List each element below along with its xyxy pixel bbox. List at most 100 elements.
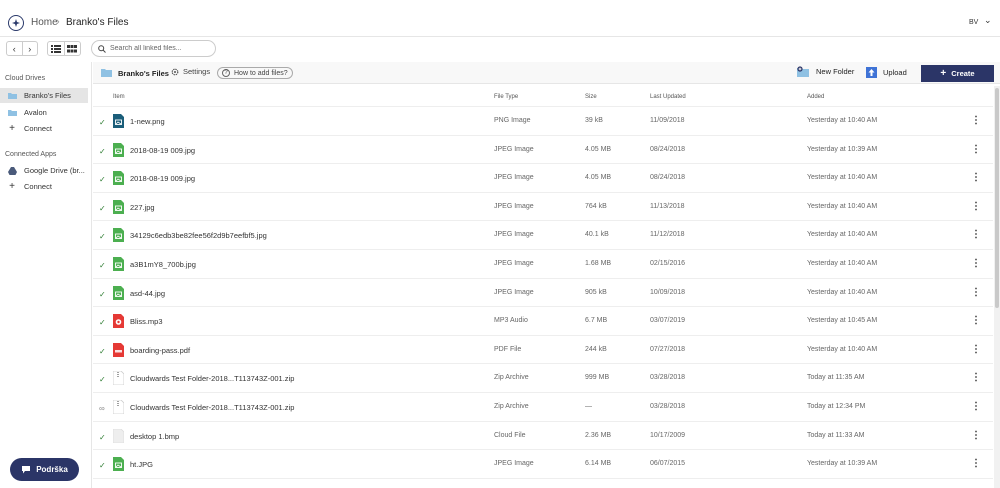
forward-arrow-icon[interactable]: › — [21, 42, 38, 55]
file-type: JPEG Image — [494, 260, 534, 267]
support-label: Podrška — [36, 465, 68, 474]
user-avatar[interactable]: BV — [969, 19, 978, 26]
file-name[interactable]: 34129c6edb3be82fee56f2d9b7eefbf5.jpg — [130, 231, 267, 240]
checkmark-icon: ✓ — [99, 175, 106, 185]
file-type: Zip Archive — [494, 403, 529, 410]
search-input[interactable] — [110, 45, 210, 52]
file-last-updated: 02/15/2016 — [650, 260, 686, 267]
file-name[interactable]: desktop 1.bmp — [130, 432, 179, 441]
sidebar-connect-app[interactable]: + Connect — [0, 179, 88, 194]
file-name[interactable]: boarding-pass.pdf — [130, 346, 190, 355]
breadcrumb-home[interactable]: Home — [31, 17, 58, 28]
table-row[interactable]: ✓ asd-44.jpg JPEG Image 905 kB 10/09/2018 Yes… — [93, 279, 993, 308]
file-name[interactable]: 2018-08-19 009.jpg — [130, 174, 195, 183]
file-size: 40.1 kB — [585, 231, 609, 239]
file-added: Yesterday at 10:40 AM — [807, 260, 878, 267]
table-row[interactable]: ✓ 227.jpg JPEG Image 764 kB 11/13/2018 Yester… — [93, 193, 993, 222]
file-type: PNG Image — [494, 117, 531, 124]
new-folder-button[interactable]: New Folder — [797, 66, 854, 77]
app-logo-icon[interactable] — [8, 15, 24, 31]
table-row[interactable]: ✓ 2018-08-19 009.jpg JPEG Image 4.05 MB 08/2… — [93, 136, 993, 165]
table-row[interactable]: ✓ desktop 1.bmp Cloud File 2.36 MB 10/17/200… — [93, 422, 993, 451]
table-row[interactable]: ✓ Bliss.mp3 MP3 Audio 6.7 MB 03/07/2019 Yeste… — [93, 307, 993, 336]
file-size: 4.05 MB — [585, 174, 612, 182]
more-options-icon[interactable]: ⋮ — [971, 401, 981, 412]
more-options-icon[interactable]: ⋮ — [971, 372, 981, 383]
create-button[interactable]: + Create — [921, 65, 994, 82]
table-row[interactable]: ✓ 34129c6edb3be82fee56f2d9b7eefbf5.jpg JPE… — [93, 221, 993, 250]
checkmark-icon: ✓ — [99, 289, 106, 299]
support-button[interactable]: Podrška — [10, 458, 79, 481]
file-last-updated: 07/27/2018 — [650, 345, 686, 353]
file-added: Yesterday at 10:40 AM — [807, 117, 878, 124]
column-header-added[interactable]: Added — [807, 94, 824, 100]
file-name[interactable]: Bliss.mp3 — [130, 317, 163, 326]
image-icon — [113, 285, 124, 302]
more-options-icon[interactable]: ⋮ — [971, 315, 981, 326]
file-added: Today at 11:33 AM — [807, 431, 865, 439]
column-header-file-type[interactable]: File Type — [494, 94, 518, 100]
file-name[interactable]: 2018-08-19 009.jpg — [130, 146, 195, 155]
table-row[interactable]: ✓ ht.JPG JPEG Image 6.14 MB 06/07/2015 Yester… — [93, 450, 993, 479]
list-view-icon[interactable] — [48, 42, 64, 55]
table-row[interactable]: ✓ boarding-pass.pdf PDF File 244 kB 07/27/20… — [93, 336, 993, 365]
table-row[interactable]: ✓ a3B1mY8_700b.jpg JPEG Image 1.68 MB 02/15/… — [93, 250, 993, 279]
settings-link[interactable]: Settings — [171, 67, 210, 76]
table-row[interactable]: ∞ Cloudwards Test Folder-2018...T113743Z-… — [93, 393, 993, 422]
image-icon — [113, 199, 124, 216]
file-last-updated: 11/13/2018 — [650, 202, 685, 210]
file-added: Today at 11:35 AM — [807, 374, 865, 382]
sidebar-item-google-drive[interactable]: Google Drive (br... — [0, 163, 88, 178]
checkmark-icon: ✓ — [99, 232, 106, 242]
more-options-icon[interactable]: ⋮ — [971, 344, 981, 355]
more-options-icon[interactable]: ⋮ — [971, 287, 981, 298]
help-button[interactable]: ? How to add files? — [217, 67, 293, 79]
sidebar-item-brankos-files[interactable]: Branko's Files — [0, 88, 88, 103]
more-options-icon[interactable]: ⋮ — [971, 458, 981, 469]
file-size: 764 kB — [585, 202, 607, 210]
content-header: Branko's Files Settings ? How to add fil… — [93, 62, 1000, 84]
more-options-icon[interactable]: ⋮ — [971, 258, 981, 269]
table-row[interactable]: ✓ 1-new.png PNG Image 39 kB 11/09/2018 Yester… — [93, 107, 993, 136]
file-last-updated: 03/28/2018 — [650, 403, 686, 410]
file-name[interactable]: 227.jpg — [130, 203, 155, 212]
sidebar-item-avalon[interactable]: Avalon — [0, 105, 88, 120]
more-options-icon[interactable]: ⋮ — [971, 201, 981, 212]
file-name[interactable]: a3B1mY8_700b.jpg — [130, 260, 196, 269]
file-name[interactable]: 1-new.png — [130, 117, 165, 126]
back-arrow-icon[interactable]: ‹ — [7, 42, 22, 55]
file-name[interactable]: Cloudwards Test Folder-2018...T113743Z-0… — [130, 374, 294, 383]
image-icon — [113, 257, 124, 273]
table-row[interactable]: ✓ 2018-08-19 009.jpg JPEG Image 4.05 MB 08/2… — [93, 164, 993, 193]
more-options-icon[interactable]: ⋮ — [971, 430, 981, 441]
column-header-item[interactable]: Item — [113, 94, 125, 100]
sidebar-connect-drive[interactable]: + Connect — [0, 121, 88, 136]
file-type: JPEG Image — [494, 145, 534, 153]
grid-view-icon[interactable] — [63, 42, 81, 55]
pdf-icon — [113, 342, 124, 359]
column-header-size[interactable]: Size — [585, 94, 597, 100]
file-added: Yesterday at 10:45 AM — [807, 317, 878, 325]
file-name[interactable]: ht.JPG — [130, 460, 153, 469]
create-label: Create — [951, 69, 975, 78]
more-options-icon[interactable]: ⋮ — [971, 144, 981, 155]
file-type: JPEG Image — [494, 288, 534, 296]
more-options-icon[interactable]: ⋮ — [971, 115, 981, 126]
upload-button[interactable]: Upload — [866, 66, 907, 78]
history-nav: ‹ › — [6, 41, 38, 56]
scrollbar-thumb[interactable] — [995, 88, 999, 308]
file-size: 6.7 MB — [585, 317, 608, 325]
checkmark-icon: ✓ — [99, 261, 106, 270]
image-icon — [113, 228, 124, 244]
table-row[interactable]: ✓ Cloudwards Test Folder-2018...T113743Z-… — [93, 364, 993, 393]
search-box — [91, 40, 216, 57]
file-name[interactable]: asd-44.jpg — [130, 289, 165, 298]
breadcrumb-separator: › — [56, 16, 60, 28]
more-options-icon[interactable]: ⋮ — [971, 229, 981, 240]
file-last-updated: 08/24/2018 — [650, 174, 686, 182]
sidebar-item-label: Avalon — [24, 108, 47, 117]
column-header-last-updated[interactable]: Last Updated — [650, 94, 686, 100]
chevron-down-icon[interactable]: ⌄ — [984, 15, 992, 26]
file-name[interactable]: Cloudwards Test Folder-2018...T113743Z-0… — [130, 403, 294, 412]
more-options-icon[interactable]: ⋮ — [971, 172, 981, 183]
